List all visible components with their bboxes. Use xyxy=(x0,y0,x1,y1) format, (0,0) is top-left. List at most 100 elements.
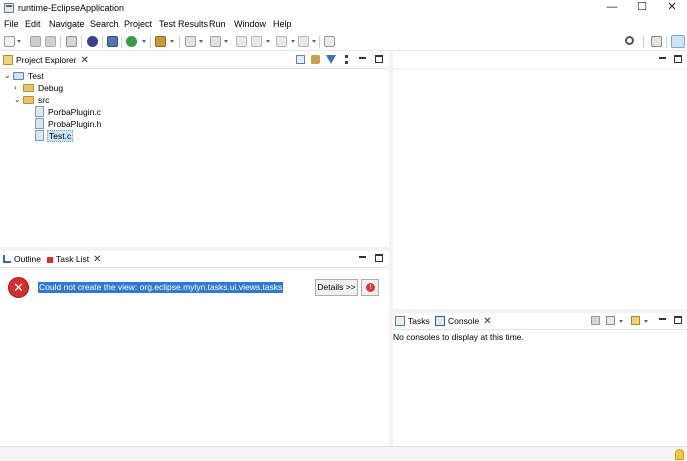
previous-annotation-icon[interactable] xyxy=(210,36,221,47)
menu-window[interactable]: Window xyxy=(234,19,266,29)
lightbulb-icon[interactable] xyxy=(675,449,684,460)
save-all-icon[interactable] xyxy=(45,36,56,47)
error-log-button[interactable]: ! xyxy=(361,279,379,296)
forward-dropdown-icon[interactable] xyxy=(291,40,295,43)
project-icon xyxy=(13,72,24,80)
editor-area xyxy=(393,52,687,309)
next-annotation-icon[interactable] xyxy=(185,36,196,47)
project-explorer-icon xyxy=(3,54,13,65)
menu-navigate[interactable]: Navigate xyxy=(49,19,85,29)
previous-annotation-dropdown-icon[interactable] xyxy=(224,40,228,43)
source-folder-icon xyxy=(23,96,34,104)
forward-icon[interactable] xyxy=(276,36,287,47)
console-empty-message: No consoles to display at this time. xyxy=(393,332,524,342)
details-button[interactable]: Details >> xyxy=(315,279,358,296)
tab-project-explorer-label: Project Explorer xyxy=(16,55,77,65)
pin-editor-icon[interactable] xyxy=(324,36,335,47)
menu-help[interactable]: Help xyxy=(273,19,292,29)
outline-icon xyxy=(3,254,11,263)
toolbar-separator xyxy=(643,36,644,48)
editor-area-header xyxy=(393,52,687,69)
last-edit-icon[interactable] xyxy=(236,36,247,47)
tab-task-list-label: Task List xyxy=(56,254,90,264)
toolbar-separator xyxy=(121,36,122,48)
external-tools-icon[interactable] xyxy=(155,36,166,47)
maximize-icon[interactable] xyxy=(375,254,383,262)
filter-icon[interactable] xyxy=(326,55,336,64)
minimize-button[interactable]: — xyxy=(597,0,627,16)
menu-project[interactable]: Project xyxy=(124,19,152,29)
run-icon[interactable] xyxy=(126,36,137,47)
cpp-perspective-icon[interactable] xyxy=(671,35,685,48)
close-window-button[interactable]: ✕ xyxy=(657,0,687,16)
close-icon[interactable]: ✕ xyxy=(93,254,101,265)
c-file-icon xyxy=(35,130,44,141)
back-icon[interactable] xyxy=(251,36,262,47)
open-perspective-icon[interactable] xyxy=(651,36,662,47)
minimize-icon[interactable] xyxy=(659,318,666,320)
tree-item-label: src xyxy=(38,95,50,105)
pin-console-icon[interactable] xyxy=(591,316,600,325)
tab-console-label: Console xyxy=(448,316,480,326)
open-console-dropdown-icon[interactable] xyxy=(644,320,648,323)
save-icon[interactable] xyxy=(30,36,41,47)
tree-item-label: ProbaPlugin.h xyxy=(48,119,102,129)
console-icon xyxy=(435,315,445,326)
print-icon[interactable] xyxy=(66,36,77,47)
chevron-right-icon[interactable]: › xyxy=(14,82,17,94)
minimize-icon[interactable] xyxy=(659,57,666,59)
back-dropdown-icon[interactable] xyxy=(266,40,270,43)
open-console-icon[interactable] xyxy=(631,316,640,325)
c-file-icon xyxy=(35,106,44,117)
tab-console[interactable]: Console ✕ xyxy=(435,313,492,330)
external-tools-dropdown-icon[interactable] xyxy=(170,40,174,43)
window-title-bar: runtime-EclipseApplication — ☐ ✕ xyxy=(0,0,687,16)
close-icon[interactable]: ✕ xyxy=(80,55,88,66)
task-list-icon xyxy=(47,256,53,263)
tab-tasks-label: Tasks xyxy=(408,316,430,326)
chevron-down-icon[interactable]: ⌄ xyxy=(4,70,11,82)
link-with-editor-icon[interactable] xyxy=(311,55,320,64)
menu-edit[interactable]: Edit xyxy=(25,19,41,29)
toolbar-separator xyxy=(319,36,320,48)
collapse-all-icon[interactable] xyxy=(296,55,305,64)
h-file-icon xyxy=(35,118,44,129)
menu-run[interactable]: Run xyxy=(209,19,226,29)
minimize-icon[interactable] xyxy=(359,57,366,59)
new-icon[interactable] xyxy=(4,36,15,47)
nav-dropdown-icon[interactable] xyxy=(312,40,316,43)
toolbar-separator xyxy=(666,36,667,48)
tree-item-label: Test xyxy=(28,71,44,81)
status-bar xyxy=(0,446,687,461)
tab-task-list[interactable]: Task List ✕ xyxy=(47,251,101,268)
search-icon[interactable] xyxy=(625,36,634,45)
display-console-icon[interactable] xyxy=(606,316,615,325)
stop-icon: ! xyxy=(366,283,375,292)
toolbar-separator xyxy=(60,36,61,48)
menu-test-results[interactable]: Test Results xyxy=(159,19,208,29)
window-title: runtime-EclipseApplication xyxy=(18,3,125,13)
toolbar-separator xyxy=(102,36,103,48)
next-annotation-dropdown-icon[interactable] xyxy=(199,40,203,43)
new-dropdown-icon[interactable] xyxy=(17,40,21,43)
maximize-icon[interactable] xyxy=(674,316,682,324)
tab-project-explorer[interactable]: Project Explorer ✕ xyxy=(3,52,89,69)
tab-outline[interactable]: Outline xyxy=(3,251,41,268)
nav-icon[interactable] xyxy=(298,36,309,47)
debug-icon[interactable] xyxy=(107,36,118,47)
close-icon[interactable]: ✕ xyxy=(483,316,491,327)
menu-search[interactable]: Search xyxy=(90,19,119,29)
menu-file[interactable]: File xyxy=(4,19,19,29)
maximize-icon[interactable] xyxy=(674,55,682,63)
tab-tasks[interactable]: Tasks xyxy=(395,313,430,330)
menu-bar: File Edit Navigate Search Project Test R… xyxy=(0,17,687,32)
view-menu-icon[interactable] xyxy=(345,55,348,64)
maximize-button[interactable]: ☐ xyxy=(627,0,657,16)
display-console-dropdown-icon[interactable] xyxy=(619,320,623,323)
minimize-icon[interactable] xyxy=(359,256,366,258)
folder-icon xyxy=(23,84,34,92)
run-dropdown-icon[interactable] xyxy=(142,40,146,43)
build-icon[interactable] xyxy=(87,36,98,47)
chevron-down-icon[interactable]: ⌄ xyxy=(14,94,21,106)
maximize-icon[interactable] xyxy=(375,55,383,63)
